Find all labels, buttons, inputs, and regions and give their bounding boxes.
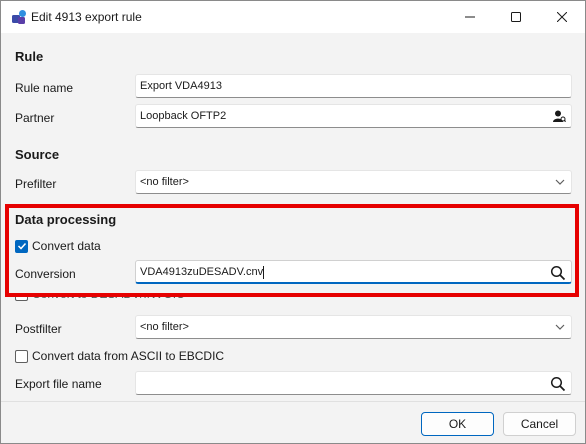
title-bar[interactable]: Edit 4913 export rule — [1, 1, 585, 33]
checkmark-icon — [17, 242, 26, 250]
rule-name-value: Export VDA4913 — [140, 80, 222, 92]
window-title: Edit 4913 export rule — [31, 10, 142, 24]
dialog-content: Rule Rule name Export VDA4913 Partner Lo… — [1, 33, 585, 401]
ascii-ebcdic-checkbox[interactable] — [15, 349, 28, 363]
maximize-icon — [511, 12, 521, 22]
ascii-ebcdic-checkbox-row[interactable]: Convert data from ASCII to EBCDIC — [15, 349, 224, 363]
postfilter-dropdown[interactable]: <no filter> — [135, 315, 572, 339]
ok-button[interactable]: OK — [421, 412, 494, 436]
partner-label: Partner — [15, 111, 55, 125]
conversion-label: Conversion — [15, 267, 76, 281]
convert-desadv-checkbox-row[interactable]: Convert to DESADV/INVOIC — [15, 293, 185, 301]
prefilter-dropdown[interactable]: <no filter> — [135, 170, 572, 194]
postfilter-value: <no filter> — [140, 321, 189, 333]
partner-value: Loopback OFTP2 — [140, 110, 227, 122]
conversion-input[interactable]: VDA4913zuDESADV.cnv — [135, 260, 572, 284]
section-title-data-processing: Data processing — [15, 212, 117, 227]
convert-desadv-label: Convert to DESADV/INVOIC — [32, 293, 185, 301]
text-caret — [263, 265, 265, 279]
search-icon[interactable] — [550, 376, 566, 395]
postfilter-label: Postfilter — [15, 322, 62, 336]
convert-data-checkbox[interactable] — [15, 239, 28, 253]
close-icon — [557, 12, 567, 22]
convert-data-checkbox-row[interactable]: Convert data — [15, 239, 101, 253]
section-title-source: Source — [15, 147, 60, 162]
person-lookup-icon[interactable] — [552, 109, 567, 126]
rule-name-label: Rule name — [15, 81, 74, 95]
chevron-down-icon — [555, 322, 565, 335]
convert-data-label: Convert data — [32, 239, 101, 253]
cancel-button[interactable]: Cancel — [503, 412, 576, 436]
chevron-down-icon — [555, 177, 565, 190]
minimize-button[interactable] — [447, 1, 493, 33]
prefilter-label: Prefilter — [15, 177, 57, 191]
search-icon[interactable] — [550, 265, 566, 284]
convert-desadv-checkbox[interactable] — [15, 293, 28, 301]
close-button[interactable] — [539, 1, 585, 33]
prefilter-value: <no filter> — [140, 176, 189, 188]
minimize-icon — [465, 16, 475, 18]
maximize-button[interactable] — [493, 1, 539, 33]
conversion-value: VDA4913zuDESADV.cnv — [140, 266, 264, 278]
export-file-name-label: Export file name — [15, 377, 102, 391]
ascii-ebcdic-label: Convert data from ASCII to EBCDIC — [32, 349, 225, 363]
section-title-rule: Rule — [15, 49, 44, 64]
export-file-name-input[interactable] — [135, 371, 572, 395]
partner-input[interactable]: Loopback OFTP2 — [135, 104, 572, 128]
dialog-window: Edit 4913 export rule Rule Rule name Exp… — [0, 0, 586, 444]
rule-name-input[interactable]: Export VDA4913 — [135, 74, 572, 98]
dialog-footer: OK Cancel — [1, 401, 585, 443]
app-logo-icon — [11, 9, 27, 25]
